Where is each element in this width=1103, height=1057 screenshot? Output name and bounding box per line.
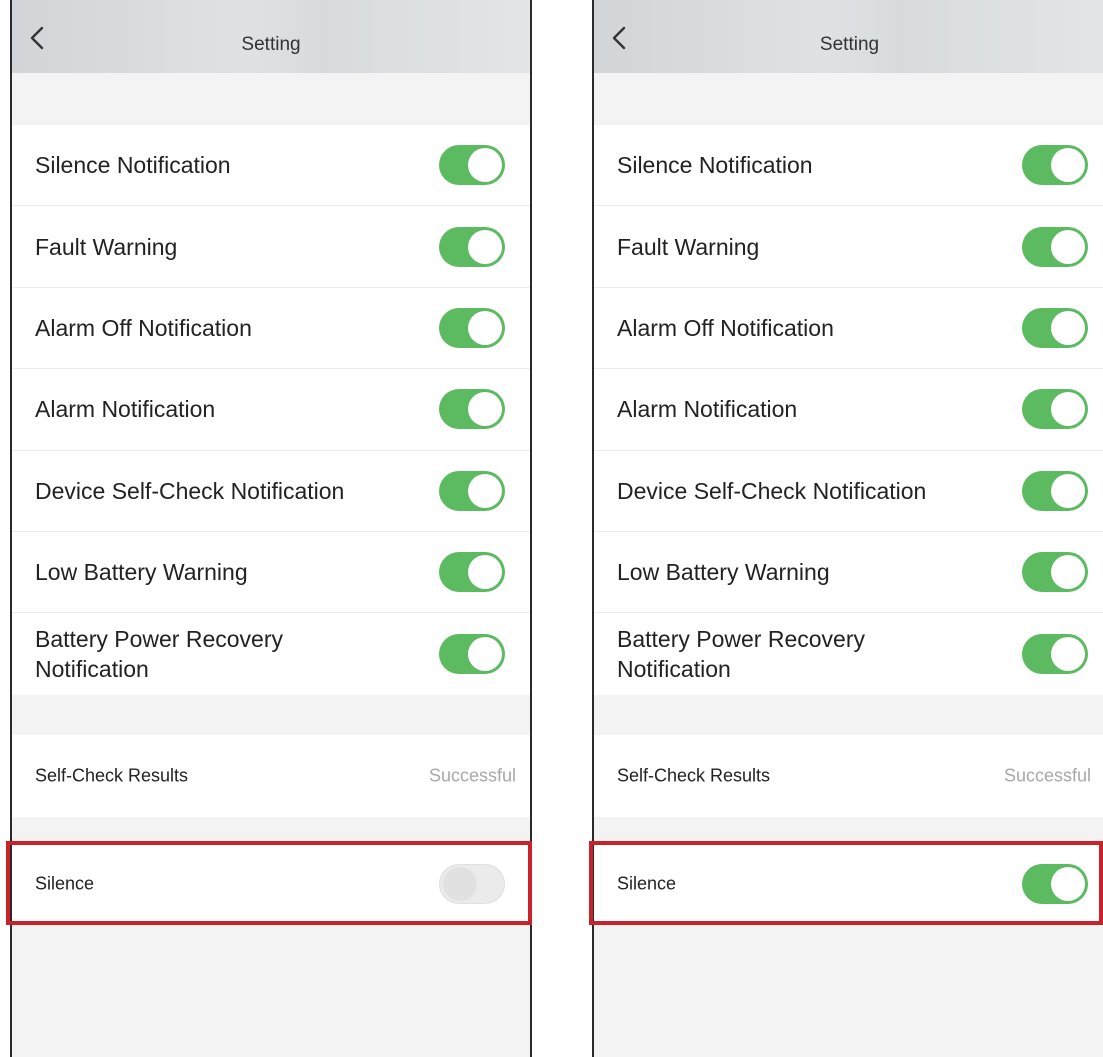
setting-label: Low Battery Warning	[617, 559, 830, 586]
notification-settings-list: Silence Notification Fault Warning Alarm…	[594, 125, 1103, 695]
low-battery-warning-toggle[interactable]	[1022, 552, 1088, 593]
setting-row-battery-recovery: Battery Power Recovery Notification	[12, 613, 530, 694]
self-check-results-row: Self-Check Results Successful	[12, 735, 530, 817]
page-title: Setting	[241, 34, 301, 55]
fault-warning-toggle[interactable]	[439, 226, 505, 267]
silence-notification-toggle[interactable]	[439, 145, 505, 186]
setting-label: Alarm Notification	[617, 396, 798, 423]
setting-label: Battery Power Recovery Notification	[617, 626, 865, 683]
settings-screen-before: Setting Silence Notification Fault Warni…	[10, 0, 532, 1057]
self-check-value: Successful	[428, 765, 516, 786]
self-check-label: Self-Check Results	[35, 765, 189, 786]
setting-label: Battery Power Recovery Notification	[35, 626, 283, 683]
battery-recovery-toggle[interactable]	[439, 634, 505, 675]
setting-label: Device Self-Check Notification	[617, 477, 927, 504]
silence-notification-toggle[interactable]	[1022, 145, 1088, 186]
comparison-canvas: Setting Silence Notification Fault Warni…	[0, 0, 1103, 1057]
setting-row-fault-warning: Fault Warning	[594, 206, 1103, 288]
setting-row-self-check-notification: Device Self-Check Notification	[594, 451, 1103, 532]
silence-label: Silence	[35, 873, 95, 894]
silence-row: Silence	[12, 843, 530, 925]
setting-row-low-battery-warning: Low Battery Warning	[12, 532, 530, 614]
setting-row-silence-notification: Silence Notification	[12, 125, 530, 207]
self-check-label: Self-Check Results	[617, 765, 771, 786]
alarm-notification-toggle[interactable]	[439, 389, 505, 430]
setting-label: Fault Warning	[35, 233, 178, 260]
alarm-off-notification-toggle[interactable]	[1022, 307, 1088, 348]
setting-label: Device Self-Check Notification	[35, 477, 345, 504]
setting-row-silence-notification: Silence Notification	[594, 125, 1103, 207]
silence-toggle[interactable]	[439, 864, 505, 904]
settings-screen-after: Setting Silence Notification Fault Warni…	[592, 0, 1103, 1057]
setting-row-alarm-off-notification: Alarm Off Notification	[12, 288, 530, 370]
setting-row-low-battery-warning: Low Battery Warning	[594, 532, 1103, 614]
battery-recovery-toggle[interactable]	[1022, 634, 1088, 675]
silence-label: Silence	[617, 873, 677, 894]
setting-row-self-check-notification: Device Self-Check Notification	[12, 451, 530, 532]
nav-bar: Setting	[594, 0, 1103, 73]
setting-label: Alarm Notification	[35, 396, 216, 423]
setting-label: Silence Notification	[617, 152, 813, 179]
fault-warning-toggle[interactable]	[1022, 226, 1088, 267]
setting-row-alarm-notification: Alarm Notification	[594, 369, 1103, 451]
self-check-value: Successful	[1003, 765, 1091, 786]
setting-row-alarm-off-notification: Alarm Off Notification	[594, 288, 1103, 370]
alarm-off-notification-toggle[interactable]	[439, 307, 505, 348]
self-check-notification-toggle[interactable]	[439, 470, 505, 511]
setting-row-fault-warning: Fault Warning	[12, 206, 530, 288]
setting-label: Low Battery Warning	[35, 559, 248, 586]
silence-row: Silence	[594, 843, 1103, 925]
setting-label: Silence Notification	[35, 152, 231, 179]
setting-label: Alarm Off Notification	[35, 314, 252, 341]
setting-row-alarm-notification: Alarm Notification	[12, 369, 530, 451]
silence-toggle[interactable]	[1022, 864, 1088, 904]
setting-row-battery-recovery: Battery Power Recovery Notification	[594, 613, 1103, 694]
self-check-notification-toggle[interactable]	[1022, 470, 1088, 511]
page-title: Setting	[819, 34, 880, 55]
low-battery-warning-toggle[interactable]	[439, 552, 505, 593]
alarm-notification-toggle[interactable]	[1022, 389, 1088, 430]
self-check-results-row: Self-Check Results Successful	[594, 735, 1103, 817]
setting-label: Fault Warning	[617, 233, 760, 260]
setting-label: Alarm Off Notification	[617, 314, 834, 341]
notification-settings-list: Silence Notification Fault Warning Alarm…	[12, 125, 530, 695]
nav-bar: Setting	[12, 0, 530, 73]
